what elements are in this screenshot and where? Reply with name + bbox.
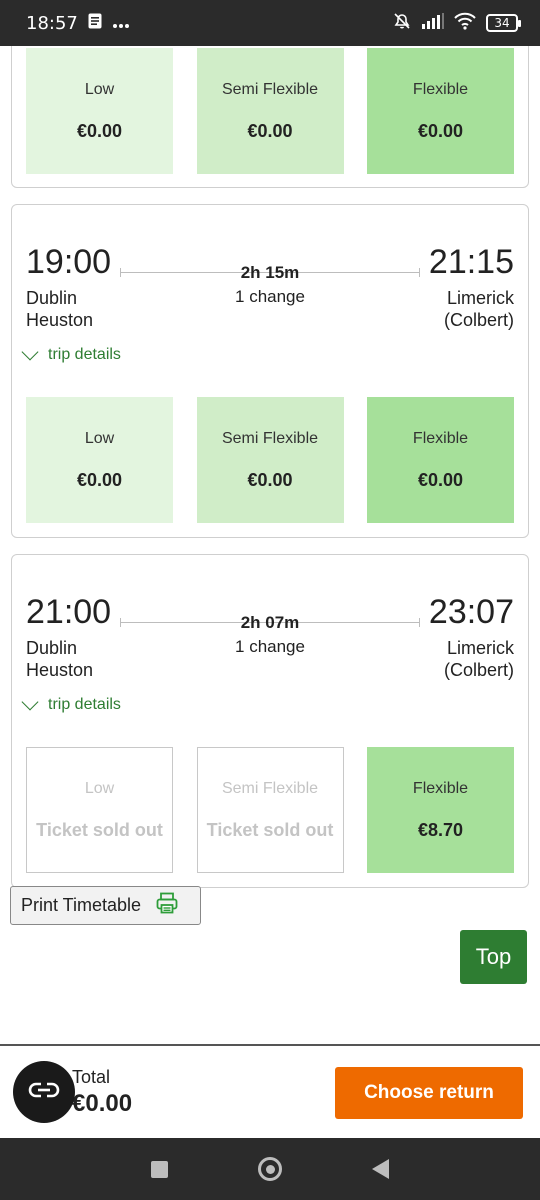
station-line: (Colbert) [443, 660, 514, 680]
home-icon[interactable] [258, 1157, 282, 1181]
arrival-station: Limerick (Colbert) [444, 637, 514, 681]
station-line: (Colbert) [443, 310, 514, 330]
wifi-icon [454, 12, 476, 35]
fare-semi-flexible[interactable]: Semi Flexible €0.00 [196, 48, 344, 174]
fare-name: Semi Flexible [221, 429, 319, 447]
fare-price: €8.70 [417, 819, 464, 840]
battery-icon: 34 [486, 14, 521, 32]
notes-icon [88, 13, 102, 34]
more-icon [112, 13, 130, 34]
fare-low[interactable]: Low €0.00 [26, 48, 173, 174]
fare-flexible[interactable]: Flexible €0.00 [367, 397, 514, 523]
fare-semi-flexible[interactable]: Semi Flexible €0.00 [196, 397, 344, 523]
journey-changes: 1 change [235, 287, 305, 306]
fare-name: Flexible [412, 429, 469, 447]
print-timetable-button[interactable]: Print Timetable [10, 886, 201, 925]
trip-details-label: trip details [48, 696, 121, 713]
scroll-top-button[interactable]: Top [460, 930, 527, 984]
printer-icon [155, 891, 179, 920]
fare-name: Low [84, 429, 115, 447]
fare-price: €0.00 [76, 120, 123, 141]
chat-bubble-button[interactable] [13, 1061, 75, 1123]
journey-card: 19:00 Dublin Heuston 2h 15m 1 change 21:… [11, 204, 529, 538]
fare-options: Low Ticket sold out Semi Flexible Ticket… [26, 747, 514, 873]
mute-icon [392, 11, 412, 36]
total-label: Total [72, 1067, 111, 1087]
arrival-time: 21:15 [428, 243, 514, 281]
chevron-down-icon [21, 343, 39, 361]
station-line: Heuston [26, 310, 94, 330]
fare-price: €0.00 [76, 469, 123, 490]
trip-details-toggle[interactable]: trip details [21, 693, 121, 714]
signal-icon [422, 12, 444, 34]
system-nav-bar [0, 1138, 540, 1200]
journey-summary: 21:00 Dublin Heuston 2h 07m 1 change 23:… [26, 593, 514, 683]
fare-price: €0.00 [247, 469, 293, 490]
fare-options: Low €0.00 Semi Flexible €0.00 Flexible €… [26, 397, 514, 523]
fare-name: Flexible [412, 779, 469, 797]
fare-price: €0.00 [417, 469, 464, 490]
fare-name: Flexible [412, 80, 469, 98]
total-value: €0.00 [72, 1090, 133, 1117]
fare-name: Low [84, 80, 115, 98]
fare-flexible[interactable]: Flexible €0.00 [367, 48, 514, 174]
station-line: Heuston [26, 660, 94, 680]
fare-price: €0.00 [247, 120, 293, 141]
fare-name: Semi Flexible [221, 80, 319, 98]
fare-status: Ticket sold out [36, 819, 163, 840]
journey-changes: 1 change [235, 637, 305, 656]
fare-price: €0.00 [417, 120, 464, 141]
trip-details-toggle[interactable]: trip details [21, 343, 121, 364]
trip-details-label: trip details [48, 346, 121, 363]
fare-name: Semi Flexible [221, 779, 319, 797]
print-timetable-label: Print Timetable [21, 895, 142, 915]
status-time: 18:57 [26, 12, 78, 34]
fare-name: Low [84, 779, 115, 797]
fare-flexible[interactable]: Flexible €8.70 [367, 747, 514, 873]
chevron-down-icon [21, 693, 39, 711]
fare-status: Ticket sold out [206, 819, 334, 840]
fare-options: Low €0.00 Semi Flexible €0.00 Flexible €… [26, 48, 514, 174]
journey-summary: 19:00 Dublin Heuston 2h 15m 1 change 21:… [26, 243, 514, 333]
fare-semi-flexible-sold-out: Semi Flexible Ticket sold out [196, 747, 344, 873]
status-bar: 18:57 34 [0, 0, 540, 46]
station-line: Limerick [446, 288, 514, 308]
arrival-station: Limerick (Colbert) [444, 287, 514, 331]
recents-icon[interactable] [151, 1160, 168, 1178]
link-icon [27, 1080, 61, 1105]
station-line: Limerick [446, 638, 514, 658]
back-icon[interactable] [372, 1159, 389, 1179]
fare-low[interactable]: Low €0.00 [26, 397, 173, 523]
arrival-time: 23:07 [428, 593, 514, 631]
fare-low-sold-out: Low Ticket sold out [26, 747, 173, 873]
journey-card: 21:00 Dublin Heuston 2h 07m 1 change 23:… [11, 554, 529, 888]
journey-card: Low €0.00 Semi Flexible €0.00 Flexible €… [11, 46, 529, 188]
choose-return-button[interactable]: Choose return [335, 1067, 523, 1119]
